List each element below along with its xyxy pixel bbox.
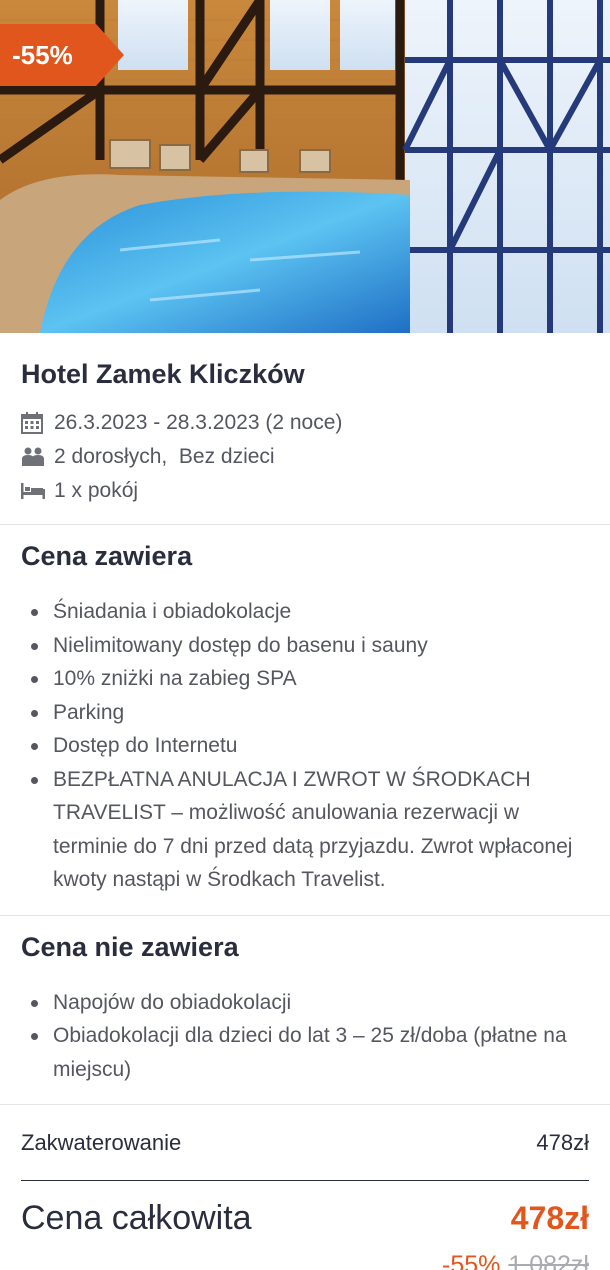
old-price: 1 082zł — [508, 1251, 589, 1270]
list-item: Dostęp do Internetu — [21, 729, 589, 763]
list-item: Obiadokolacji dla dzieci do lat 3 – 25 z… — [21, 1019, 589, 1086]
total-label: Cena całkowita — [21, 1198, 252, 1237]
price-excludes: Cena nie zawiera Napojów do obiadokolacj… — [0, 916, 610, 1105]
divider — [21, 1180, 589, 1181]
accommodation-row: Zakwaterowanie 478zł — [21, 1121, 589, 1165]
price-summary: Zakwaterowanie 478zł Cena całkowita 478z… — [0, 1105, 610, 1270]
list-item: Śniadania i obiadokolacje — [21, 595, 589, 629]
guests-text: 2 dorosłych, Bez dzieci — [54, 445, 275, 468]
list-item: BEZPŁATNA ANULACJA I ZWROT W ŚRODKACH TR… — [21, 763, 589, 897]
people-icon — [21, 447, 45, 467]
excludes-list: Napojów do obiadokolacji Obiadokolacji d… — [21, 986, 589, 1087]
price-includes: Cena zawiera Śniadania i obiadokolacje N… — [0, 525, 610, 916]
old-price-row: -55% 1 082zł — [21, 1251, 589, 1270]
hotel-name: Hotel Zamek Kliczków — [21, 359, 305, 389]
offer-summary: Hotel Zamek Kliczków 26.3.2023 - 28.3.20… — [0, 333, 610, 525]
accommodation-label: Zakwaterowanie — [21, 1130, 182, 1155]
discount-percent: -55% — [442, 1251, 501, 1270]
accommodation-value: 478zł — [536, 1130, 589, 1155]
total-row: Cena całkowita 478zł — [21, 1193, 589, 1243]
guests-row: 2 dorosłych, Bez dzieci — [21, 440, 589, 474]
bed-icon — [21, 481, 45, 501]
rooms-text: 1 x pokój — [54, 479, 139, 502]
rooms-row: 1 x pokój — [21, 474, 589, 508]
includes-list: Śniadania i obiadokolacje Nielimitowany … — [21, 595, 589, 897]
excludes-title: Cena nie zawiera — [21, 931, 239, 962]
dates-text: 26.3.2023 - 28.3.2023 (2 noce) — [54, 411, 343, 434]
list-item: Nielimitowany dostęp do basenu i sauny — [21, 629, 589, 663]
dates-row: 26.3.2023 - 28.3.2023 (2 noce) — [21, 406, 589, 440]
offer-meta: 26.3.2023 - 28.3.2023 (2 noce) 2 dorosły… — [21, 406, 589, 508]
list-item: 10% zniżki na zabieg SPA — [21, 662, 589, 696]
hotel-photo[interactable]: -55% — [0, 0, 610, 333]
includes-title: Cena zawiera — [21, 541, 193, 571]
list-item: Napojów do obiadokolacji — [21, 986, 589, 1020]
calendar-icon — [21, 412, 45, 434]
list-item: Parking — [21, 696, 589, 730]
total-price: 478zł — [510, 1199, 589, 1236]
